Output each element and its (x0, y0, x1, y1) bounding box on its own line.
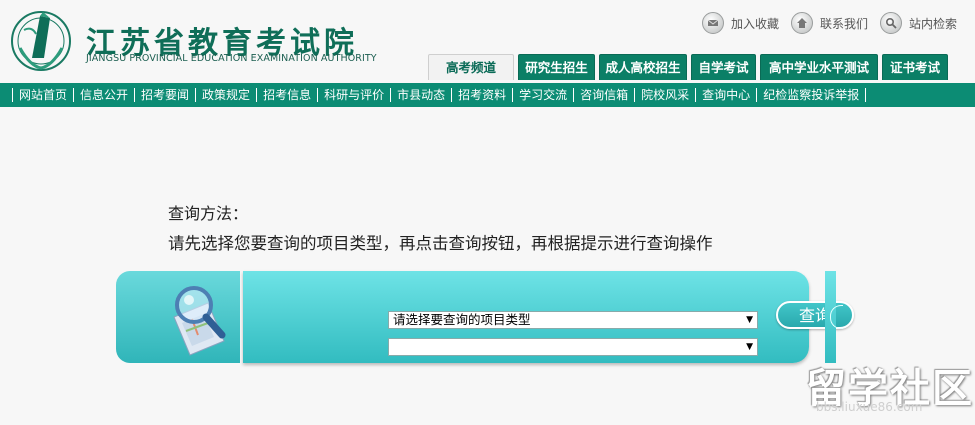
dropdown-arrow-icon: ▼ (746, 315, 753, 325)
channel-tabs: 高考频道 研究生招生 成人高校招生 自学考试 高中学业水平测试 证书考试 (428, 54, 952, 80)
bookmark-icon (701, 12, 724, 34)
nav-city-news[interactable]: 市县动态 (390, 88, 451, 102)
nav-info-disclosure[interactable]: 信息公开 (73, 88, 134, 102)
tab-certificate[interactable]: 证书考试 (882, 54, 948, 80)
nav-mailbox[interactable]: 咨询信箱 (573, 88, 634, 102)
tab-self-study[interactable]: 自学考试 (691, 54, 756, 80)
site-subtitle: JIANGSU PROVINCIAL EDUCATION EXAMINATION… (86, 53, 377, 64)
dropdown-arrow-icon: ▼ (746, 342, 753, 352)
site-watermark: 留学社区 bbs.liuxue86.com (806, 356, 972, 416)
contact-us-label: 联系我们 (819, 16, 868, 31)
query-panel: 请选择要查询的项目类型 ▼ ▼ 查询 (116, 271, 854, 363)
project-type-select-value: 请选择要查询的项目类型 (393, 312, 531, 327)
nav-research[interactable]: 科研与评价 (317, 88, 390, 102)
nav-complaint[interactable]: 纪检监察投诉举报 (756, 88, 867, 102)
nav-exam-info[interactable]: 招考信息 (256, 88, 317, 102)
search-icon (879, 12, 902, 34)
watermark-url: bbs.liuxue86.com (816, 400, 923, 414)
nav-policy[interactable]: 政策规定 (195, 88, 256, 102)
project-type-select[interactable]: 请选择要查询的项目类型 ▼ (388, 311, 758, 329)
home-icon (790, 12, 813, 34)
tab-gaokao[interactable]: 高考频道 (428, 54, 514, 80)
magnifier-map-icon (173, 286, 226, 356)
nav-home[interactable]: 网站首页 (12, 88, 73, 102)
main-nav: 网站首页 信息公开 招考要闻 政策规定 招考信息 科研与评价 市县动态 招考资料… (0, 83, 975, 107)
nav-exchange[interactable]: 学习交流 (512, 88, 573, 102)
query-method-desc: 请先选择您要查询的项目类型，再点击查询按钮，再根据提示进行查询操作 (168, 234, 713, 253)
site-search-link[interactable]: 站内检索 (879, 12, 957, 34)
adjacent-panel-button[interactable] (830, 305, 843, 329)
tab-graduate[interactable]: 研究生招生 (518, 54, 595, 80)
sub-item-select[interactable]: ▼ (388, 338, 758, 356)
site-logo-icon[interactable] (10, 8, 72, 74)
nav-news[interactable]: 招考要闻 (134, 88, 195, 102)
site-header: 江苏省教育考试院 JIANGSU PROVINCIAL EDUCATION EX… (0, 0, 975, 83)
site-search-label: 站内检索 (908, 16, 957, 31)
contact-us-link[interactable]: 联系我们 (790, 12, 868, 34)
nav-colleges[interactable]: 院校风采 (634, 88, 695, 102)
tab-academic-test[interactable]: 高中学业水平测试 (760, 54, 878, 80)
nav-query-center[interactable]: 查询中心 (695, 88, 756, 102)
add-bookmark-label: 加入收藏 (730, 16, 779, 31)
add-bookmark-link[interactable]: 加入收藏 (701, 12, 779, 34)
query-method-title: 查询方法： (168, 204, 249, 223)
nav-materials[interactable]: 招考资料 (451, 88, 512, 102)
top-links: 加入收藏 联系我们 站内检索 (690, 12, 957, 34)
tab-adult-college[interactable]: 成人高校招生 (599, 54, 687, 80)
query-panel-right: 请选择要查询的项目类型 ▼ ▼ 查询 (243, 271, 854, 363)
